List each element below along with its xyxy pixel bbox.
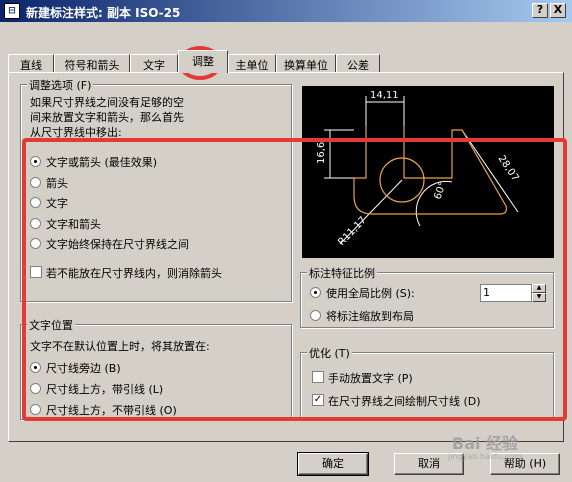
radio-text[interactable] (30, 197, 41, 208)
tab-tolerances[interactable]: 公差 (336, 54, 380, 72)
title-bar: ⊟ 新建标注样式: 副本 ISO-25 ? X (0, 0, 572, 22)
fit-desc-1: 如果尺寸界线之间没有足够的空 (30, 96, 184, 109)
help-button[interactable]: ? (532, 3, 548, 18)
watermark-text: Bai 经验 (452, 434, 519, 453)
suppress-arrows-checkbox[interactable] (30, 266, 42, 278)
radio-use-overall-scale-label: 使用全局比例 (S): (326, 287, 415, 300)
fit-desc-2: 间来放置文字和箭头，那么首先 (30, 111, 184, 124)
fit-options-title: 调整选项 (F) (27, 77, 94, 93)
radio-over-with-leader-label: 尺寸线上方，带引线 (L) (46, 383, 164, 396)
tab-symbols-arrows[interactable]: 符号和箭头 (54, 54, 130, 72)
radio-scale-to-layout[interactable] (310, 310, 321, 321)
close-button[interactable]: X (550, 3, 566, 18)
window-title: 新建标注样式: 副本 ISO-25 (26, 6, 181, 20)
radio-text-between-ext-label: 文字始终保持在尺寸界线之间 (46, 238, 189, 251)
fine-tuning-title: 优化 (T) (307, 345, 352, 361)
radio-text-and-arrows[interactable] (30, 218, 41, 229)
radio-beside-dim-line[interactable] (30, 362, 41, 373)
text-placement-title: 文字位置 (27, 317, 75, 333)
tab-lines[interactable]: 直线 (8, 54, 54, 72)
radio-over-with-leader[interactable] (30, 383, 41, 394)
watermark-url: jingyan.baidu.com (448, 452, 522, 461)
tab-fit[interactable]: 调整 (178, 50, 228, 73)
dim-left-label: 16,6 (316, 142, 327, 164)
suppress-arrows-label: 若不能放在尺寸界线内，则消除箭头 (46, 267, 222, 280)
radio-arrows-label: 箭头 (46, 177, 68, 190)
scale-spinner[interactable]: ▲ ▼ (532, 284, 546, 302)
text-placement-desc: 文字不在默认位置上时，将其放置在: (30, 340, 210, 353)
radio-text-and-arrows-label: 文字和箭头 (46, 218, 101, 231)
preview-canvas: 14,11 16,6 28,07 60° R11,17 (302, 86, 554, 258)
radio-text-between-ext[interactable] (30, 238, 41, 249)
radio-over-without-leader[interactable] (30, 404, 41, 415)
dim-top-label: 14,11 (370, 90, 399, 101)
fit-desc-3: 从尺寸界线中移出: (30, 126, 122, 139)
preview-drawing: 14,11 16,6 28,07 60° R11,17 (316, 90, 521, 248)
tab-alternate-units[interactable]: 换算单位 (276, 54, 336, 72)
tab-primary-units[interactable]: 主单位 (228, 54, 276, 72)
dimension-style-icon: ⊟ (4, 3, 20, 19)
radio-text-or-arrows[interactable] (30, 156, 41, 167)
radio-beside-dim-line-label: 尺寸线旁边 (B) (46, 362, 121, 375)
spin-down-icon[interactable]: ▼ (532, 293, 546, 302)
dim-radius-label: R11,17 (336, 215, 369, 248)
scale-value-input[interactable]: 1 (480, 284, 532, 302)
radio-text-or-arrows-label: 文字或箭头 (最佳效果) (46, 156, 158, 169)
draw-dim-line-checkbox[interactable]: ✓ (312, 394, 324, 406)
draw-dim-line-label: 在尺寸界线之间绘制尺寸线 (D) (328, 395, 481, 408)
radio-arrows[interactable] (30, 177, 41, 188)
radio-text-label: 文字 (46, 197, 68, 210)
spin-up-icon[interactable]: ▲ (532, 284, 546, 293)
tab-text[interactable]: 文字 (130, 54, 178, 72)
part-outline (353, 126, 507, 215)
radio-use-overall-scale[interactable] (310, 287, 321, 298)
ok-button[interactable]: 确定 (297, 452, 369, 476)
manual-place-label: 手动放置文字 (P) (328, 372, 413, 385)
manual-place-checkbox[interactable] (312, 371, 324, 383)
radio-over-without-leader-label: 尺寸线上方，不带引线 (O) (46, 404, 177, 417)
scale-title: 标注特征比例 (307, 265, 377, 281)
radio-scale-to-layout-label: 将标注缩放到布局 (326, 310, 414, 323)
dim-right-label: 28,07 (496, 154, 521, 184)
